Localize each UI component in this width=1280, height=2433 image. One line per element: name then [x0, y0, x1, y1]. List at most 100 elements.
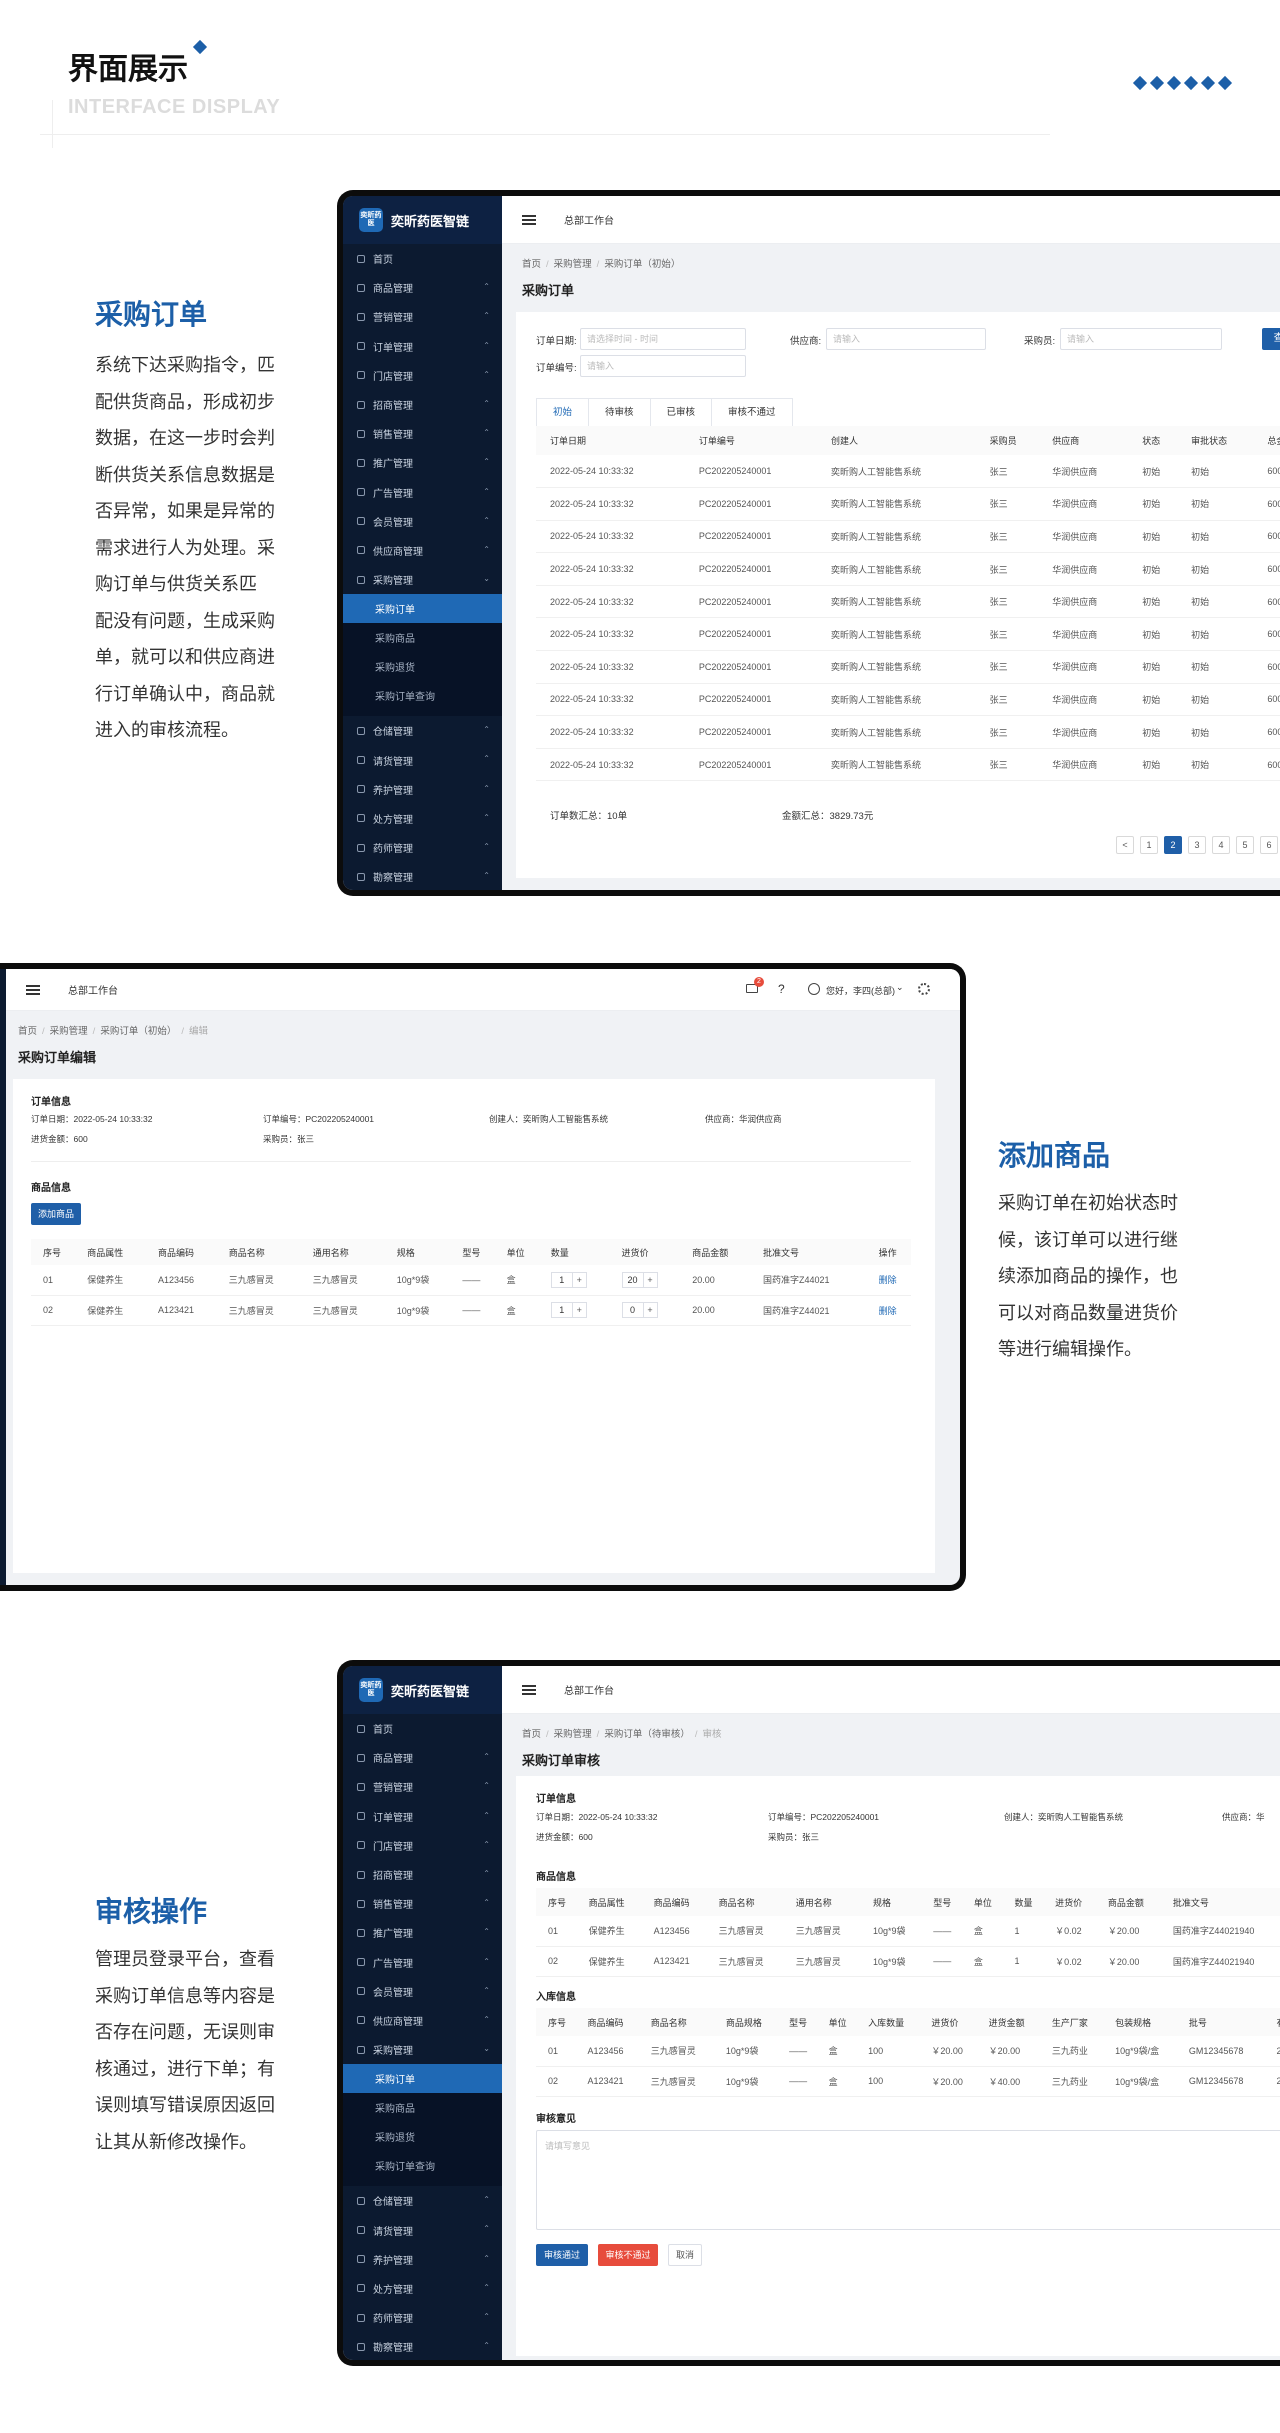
sidebar-item[interactable]: 订单管理 ⌃	[343, 332, 502, 361]
sidebar-subitem[interactable]: 采购订单查询	[343, 2151, 502, 2181]
sidebar-item[interactable]: 请货管理 ⌃	[343, 745, 502, 774]
sidebar-item[interactable]: 订单管理 ⌃	[343, 1802, 502, 1831]
breadcrumb-item[interactable]: 采购管理	[554, 259, 592, 270]
stepper-value[interactable]: 1	[550, 1271, 573, 1288]
sidebar-subitem[interactable]: 采购订单	[343, 594, 502, 624]
user-icon[interactable]	[808, 983, 820, 995]
delete-link[interactable]: 删除	[879, 1275, 897, 1285]
sidebar-item[interactable]: 推广管理 ⌃	[343, 448, 502, 477]
sidebar-item[interactable]: 招商管理 ⌃	[343, 390, 502, 419]
sidebar-item[interactable]: 会员管理 ⌃	[343, 1977, 502, 2006]
sidebar-item[interactable]: 药师管理 ⌃	[343, 2303, 502, 2332]
sidebar-item[interactable]: 门店管理 ⌃	[343, 1831, 502, 1860]
tab-3[interactable]: 审核不通过	[711, 398, 793, 426]
page-button[interactable]: 3	[1188, 836, 1206, 854]
approve-button[interactable]: 审核通过	[536, 2244, 588, 2266]
menu-icon[interactable]	[522, 214, 536, 225]
sidebar-subitem[interactable]: 采购商品	[343, 2093, 502, 2123]
sidebar-item[interactable]: 养护管理 ⌃	[343, 775, 502, 804]
delete-link[interactable]: 删除	[879, 1306, 897, 1316]
table-row[interactable]: 2022-05-24 10:33:32 PC202205240001 奕昕购人工智能…	[536, 455, 1280, 489]
menu-icon[interactable]	[26, 984, 40, 995]
tab-1[interactable]: 待审核	[588, 398, 651, 426]
sidebar-item[interactable]: 采购管理 ⌄	[343, 565, 502, 594]
menu-icon[interactable]	[522, 1684, 536, 1695]
sidebar-item[interactable]: 处方管理 ⌃	[343, 804, 502, 833]
table-row[interactable]: 01 保健养生 A123456 三九感冒灵 三九感冒灵 10g*9袋 —— 盒 1 ￥0.02 ￥2…	[536, 1916, 1280, 1947]
help-icon[interactable]: ?	[778, 982, 785, 996]
sidebar-item[interactable]: 处方管理 ⌃	[343, 2274, 502, 2303]
brand[interactable]: 奕昕药医 奕昕药医智链	[343, 1666, 502, 1714]
sidebar-item[interactable]: 门店管理 ⌃	[343, 361, 502, 390]
breadcrumb-item[interactable]: 采购管理	[50, 1026, 88, 1037]
sidebar-item[interactable]: 勘察管理 ⌃	[343, 2332, 502, 2360]
sidebar-subitem[interactable]: 采购商品	[343, 623, 502, 653]
reject-button[interactable]: 审核不通过	[598, 2244, 658, 2266]
sidebar-subitem[interactable]: 采购退货	[343, 652, 502, 682]
sidebar-item[interactable]: 商品管理 ⌃	[343, 1743, 502, 1772]
sidebar-item[interactable]: 销售管理 ⌃	[343, 419, 502, 448]
table-row[interactable]: 2022-05-24 10:33:32 PC202205240001 奕昕购人工智能…	[536, 617, 1280, 652]
table-row[interactable]: 01 保健养生 A123456 三九感冒灵 三九感冒灵 10g*9袋 —— 盒 1 +20 +20.…	[31, 1265, 911, 1296]
sidebar-item[interactable]: 请货管理 ⌃	[343, 2215, 502, 2244]
plus-icon[interactable]: +	[572, 1271, 587, 1288]
breadcrumb-item[interactable]: 首页	[18, 1026, 37, 1037]
breadcrumb-item[interactable]: 首页	[522, 1729, 541, 1740]
sidebar-item[interactable]: 营销管理 ⌃	[343, 302, 502, 331]
tab-2[interactable]: 已审核	[649, 398, 713, 426]
tab-0[interactable]: 初始	[536, 398, 590, 426]
table-row[interactable]: 2022-05-24 10:33:32 PC202205240001 奕昕购人工智能…	[536, 650, 1280, 684]
sidebar-item[interactable]: 营销管理 ⌃	[343, 1772, 502, 1801]
table-row[interactable]: 2022-05-24 10:33:32 PC202205240001 奕昕购人工智能…	[536, 683, 1280, 717]
sidebar-item[interactable]: 销售管理 ⌃	[343, 1889, 502, 1918]
sidebar-item[interactable]: 商品管理 ⌃	[343, 273, 502, 302]
stepper-value[interactable]: 20	[621, 1271, 644, 1288]
sidebar-item[interactable]: 仓储管理 ⌃	[343, 716, 502, 745]
quantity-stepper[interactable]: 0 +	[621, 1302, 658, 1318]
table-row[interactable]: 2022-05-24 10:33:32 PC202205240001 奕昕购人工智能…	[536, 487, 1280, 521]
table-row[interactable]: 01 A123456 三九感冒灵 10g*9袋 —— 盒 100 ￥20.00 ￥20.00 三九…	[536, 2036, 1280, 2067]
sidebar-item[interactable]: 养护管理 ⌃	[343, 2245, 502, 2274]
supplier-input[interactable]: 请输入	[826, 328, 986, 350]
sidebar-item[interactable]: 采购管理 ⌄	[343, 2035, 502, 2064]
sidebar-item[interactable]: 药师管理 ⌃	[343, 833, 502, 862]
breadcrumb-item[interactable]: 采购订单（初始）	[100, 1026, 176, 1037]
stepper-value[interactable]: 1	[550, 1302, 573, 1318]
sidebar-item[interactable]: 首页	[343, 1714, 502, 1743]
breadcrumb-item[interactable]: 采购订单（待审核）	[604, 1729, 690, 1740]
page-button[interactable]: 2	[1164, 836, 1182, 854]
sidebar-item[interactable]: 会员管理 ⌃	[343, 507, 502, 536]
table-row[interactable]: 2022-05-24 10:33:32 PC202205240001 奕昕购人工智能…	[536, 748, 1280, 782]
settings-icon[interactable]	[918, 983, 930, 995]
sidebar-subitem[interactable]: 采购退货	[343, 2122, 502, 2152]
sidebar-item[interactable]: 勘察管理 ⌃	[343, 862, 502, 890]
page-button[interactable]: 1	[1140, 836, 1158, 854]
order-no-input[interactable]: 请输入	[580, 355, 746, 377]
sidebar-subitem[interactable]: 采购订单	[343, 2064, 502, 2094]
breadcrumb-item[interactable]: 审核	[702, 1729, 721, 1740]
table-row[interactable]: 2022-05-24 10:33:32 PC202205240001 奕昕购人工智能…	[536, 585, 1280, 619]
quantity-stepper[interactable]: 20 +	[621, 1271, 658, 1288]
table-row[interactable]: 2022-05-24 10:33:32 PC202205240001 奕昕购人工智能…	[536, 520, 1280, 554]
review-textarea[interactable]: 请填写意见	[536, 2130, 1280, 2230]
table-row[interactable]: 02 A123421 三九感冒灵 10g*9袋 —— 盒 100 ￥20.00 ￥40.00 三九…	[536, 2066, 1280, 2097]
cancel-button[interactable]: 取消	[668, 2244, 702, 2266]
breadcrumb-item[interactable]: 采购管理	[554, 1729, 592, 1740]
page-button[interactable]: 4	[1212, 836, 1230, 854]
buyer-input[interactable]: 请输入	[1060, 328, 1222, 350]
table-row[interactable]: 02 保健养生 A123421 三九感冒灵 三九感冒灵 10g*9袋 —— 盒 1 +0 +20.0…	[31, 1295, 911, 1326]
breadcrumb-item[interactable]: 编辑	[189, 1026, 208, 1037]
plus-icon[interactable]: +	[643, 1302, 658, 1318]
sidebar-item[interactable]: 招商管理 ⌃	[343, 1860, 502, 1889]
page-button[interactable]: 5	[1236, 836, 1254, 854]
sidebar-item[interactable]: 供应商管理 ⌃	[343, 2006, 502, 2035]
table-row[interactable]: 2022-05-24 10:33:32 PC202205240001 奕昕购人工智能…	[536, 715, 1280, 749]
sidebar-item[interactable]: 广告管理 ⌃	[343, 1948, 502, 1977]
page-button[interactable]: 6	[1260, 836, 1278, 854]
date-range-input[interactable]: 请选择时间 - 时间	[580, 328, 746, 350]
brand[interactable]: 奕昕药医 奕昕药医智链	[343, 196, 502, 244]
breadcrumb-item[interactable]: 采购订单（初始）	[604, 259, 680, 270]
sidebar-subitem[interactable]: 采购订单查询	[343, 681, 502, 711]
sidebar-item[interactable]: 供应商管理 ⌃	[343, 536, 502, 565]
sidebar-item[interactable]: 首页	[343, 244, 502, 273]
